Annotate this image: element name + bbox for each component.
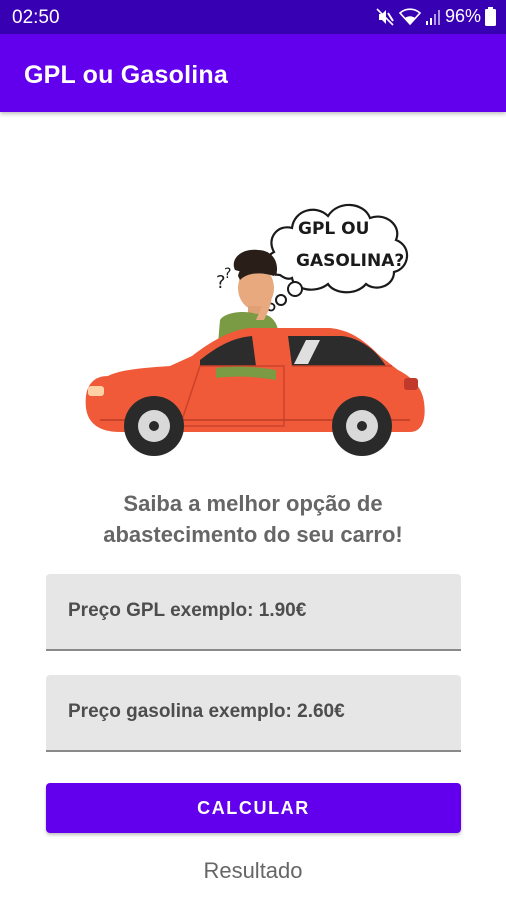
app-bar: GPL ou Gasolina <box>0 34 506 112</box>
thought-cloud: GPL OU GASOLINA? <box>265 203 409 312</box>
question-mark-2: ? <box>224 266 231 282</box>
app-title: GPL ou Gasolina <box>24 61 228 89</box>
tagline-line2: abastecimento do seu carro! <box>103 522 403 547</box>
gasoline-price-input[interactable]: Preço gasolina exemplo: 2.60€ <box>46 675 461 752</box>
car-illustration: GPL OU GASOLINA? ? ? <box>85 203 425 456</box>
tagline-line1: Saiba a melhor opção de <box>123 491 383 516</box>
battery-icon <box>485 7 496 26</box>
gpl-price-placeholder: Preço GPL exemplo: 1.90€ <box>68 600 307 621</box>
wifi-icon <box>398 7 421 26</box>
gasoline-price-placeholder: Preço gasolina exemplo: 2.60€ <box>68 701 345 722</box>
result-text: Resultado <box>203 858 303 883</box>
status-icons: 96% <box>375 6 496 27</box>
car <box>85 328 425 456</box>
tagline: Saiba a melhor opção de abastecimento do… <box>40 488 466 550</box>
gpl-price-input[interactable]: Preço GPL exemplo: 1.90€ <box>46 574 461 651</box>
mute-icon <box>375 7 395 26</box>
thought-text-line1: GPL OU <box>298 219 369 239</box>
signal-icon <box>425 8 441 26</box>
calculate-button[interactable]: CALCULAR <box>46 783 461 833</box>
thought-text-line2: GASOLINA? <box>296 251 404 271</box>
battery-percent: 96% <box>444 6 481 26</box>
status-bar: 02:50 96% <box>0 0 506 34</box>
status-time: 02:50 <box>12 7 60 28</box>
